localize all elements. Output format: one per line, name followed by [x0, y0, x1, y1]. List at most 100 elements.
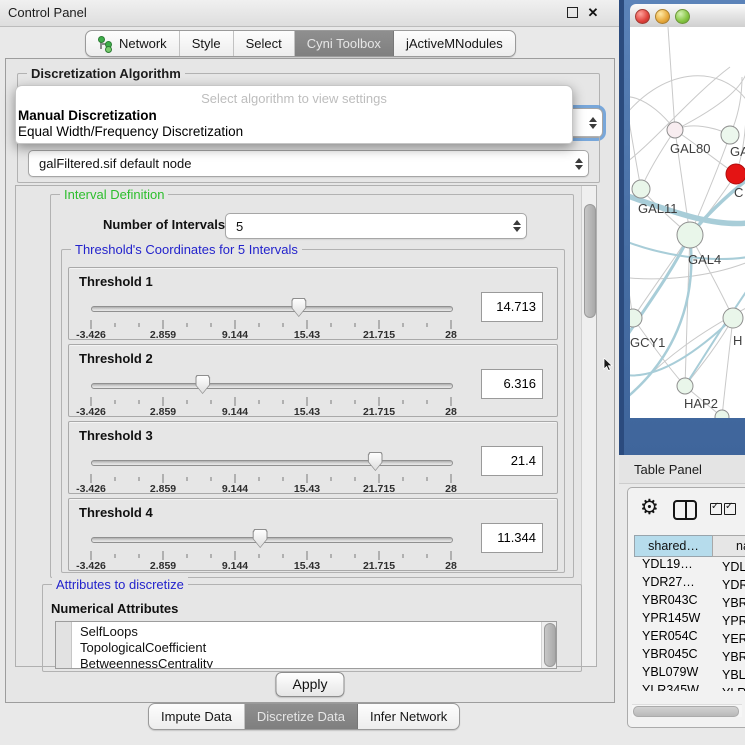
column-header-shared-name[interactable]: shared…	[634, 535, 713, 557]
attribute-item[interactable]: TopologicalCoefficient	[80, 640, 213, 656]
tab-network[interactable]: Network	[86, 31, 180, 56]
threshold-slider[interactable]: -3.4262.8599.14415.4321.71528	[91, 373, 451, 413]
table-row[interactable]: YDR27…YDR2	[634, 575, 745, 593]
threshold-slider[interactable]: -3.4262.8599.14415.4321.71528	[91, 527, 451, 567]
scrollbar-thumb[interactable]	[544, 623, 556, 667]
top-tab-bar: NetworkStyleSelectCyni ToolboxjActiveMNo…	[85, 30, 516, 57]
gal80-node[interactable]	[667, 122, 683, 138]
minimize-traffic-light[interactable]	[655, 9, 670, 24]
number-of-intervals-value: 5	[226, 219, 508, 234]
tab-infer-network[interactable]: Infer Network	[358, 704, 459, 729]
tab-style[interactable]: Style	[180, 31, 234, 56]
vertical-scrollbar[interactable]	[581, 186, 596, 666]
combo-stepper-icon	[508, 220, 526, 232]
table-data-combobox[interactable]: galFiltered.sif default node	[28, 150, 589, 177]
slider-ticks	[91, 551, 451, 560]
split-columns-icon[interactable]	[673, 500, 697, 520]
slider-tick-labels: -3.4262.8599.14415.4321.71528	[91, 483, 451, 495]
table-row[interactable]: YLR345WYLR3	[634, 683, 745, 691]
tab-select[interactable]: Select	[234, 31, 295, 56]
top-right-node[interactable]	[721, 126, 739, 144]
threshold-slider[interactable]: -3.4262.8599.14415.4321.71528	[91, 450, 451, 490]
table-row[interactable]: YBR043CYBR0	[634, 593, 745, 611]
threshold-value-field[interactable]: 21.4	[481, 446, 543, 476]
slider-tick-labels: -3.4262.8599.14415.4321.71528	[91, 560, 451, 572]
frame-edge	[619, 0, 624, 455]
tab-impute-data[interactable]: Impute Data	[149, 704, 245, 729]
column-header-name[interactable]: na	[712, 535, 745, 557]
slider-track[interactable]	[91, 306, 453, 312]
slider-thumb[interactable]	[368, 452, 383, 471]
network-icon	[98, 36, 112, 51]
control-panel-titlebar: Control Panel ✕	[0, 0, 619, 27]
slider-thumb[interactable]	[195, 375, 210, 394]
attribute-item[interactable]: BetweennessCentrality	[80, 656, 213, 669]
slider-track[interactable]	[91, 460, 453, 466]
close-traffic-light[interactable]	[635, 9, 650, 24]
tab-discretize-data[interactable]: Discretize Data	[245, 704, 358, 729]
red-node[interactable]	[726, 164, 745, 184]
table-toolbar: ⚙	[628, 488, 745, 534]
table-row[interactable]: YBR045CYBR0	[634, 647, 745, 665]
table-panel-title: Table Panel	[634, 462, 702, 477]
slider-thumb[interactable]	[291, 298, 306, 317]
threshold-label: Threshold 2	[79, 351, 153, 366]
table-row[interactable]: YER054CYER0	[634, 629, 745, 647]
gal4-node[interactable]	[677, 222, 703, 248]
slider-tick-labels: -3.4262.8599.14415.4321.71528	[91, 329, 451, 341]
table-panel-window: ⚙ shared… na YDL19…YDL1YDR27…YDR2YBR043C…	[627, 487, 745, 728]
table-rows: YDL19…YDL1YDR27…YDR2YBR043CYBR0YPR145WYP…	[634, 557, 745, 691]
zoom-traffic-light[interactable]	[675, 9, 690, 24]
h-node[interactable]	[723, 308, 743, 328]
threshold-slider[interactable]: -3.4262.8599.14415.4321.71528	[91, 296, 451, 336]
gear-icon[interactable]: ⚙	[640, 497, 659, 519]
table-row[interactable]: YDL19…YDL1	[634, 557, 745, 575]
window-title: Control Panel	[8, 5, 87, 20]
number-of-intervals-combobox[interactable]: 5	[225, 213, 527, 239]
table-row[interactable]: YPR145WYPR1	[634, 611, 745, 629]
scrollbar-thumb[interactable]	[633, 706, 739, 717]
algorithm-dropdown-popup: Select algorithm to view settings Manual…	[15, 85, 573, 144]
float-window-icon[interactable]	[565, 6, 579, 20]
algorithm-option[interactable]: Equal Width/Frequency Discretization	[18, 124, 570, 140]
combo-stepper-icon	[584, 117, 602, 129]
network-view-window: GAL80GACGAL11GAL4GCY1HHAP2	[630, 4, 745, 418]
threshold-panel: Threshold 3 -3.4262.8599.14415.4321.7152…	[68, 421, 558, 494]
threshold-panel: Threshold 1 -3.4262.8599.14415.4321.7152…	[68, 267, 558, 340]
tab-jactivemnodules[interactable]: jActiveMNodules	[394, 31, 515, 56]
gcy1-node[interactable]	[630, 309, 642, 327]
interval-definition-group: Interval Definition Number of Intervals …	[50, 194, 574, 578]
number-of-intervals-label: Number of Intervals	[103, 217, 225, 232]
numerical-attributes-list[interactable]: SelfLoopsTopologicalCoefficientBetweenne…	[55, 621, 557, 669]
threshold-value-field[interactable]: 6.316	[481, 369, 543, 399]
slider-ticks	[91, 474, 451, 483]
algorithm-option[interactable]: Manual Discretization	[18, 108, 570, 124]
popup-options: Manual DiscretizationEqual Width/Frequen…	[18, 108, 570, 140]
attribute-item[interactable]: SelfLoops	[80, 624, 213, 640]
threshold-value-field[interactable]: 11.344	[481, 523, 543, 553]
slider-track[interactable]	[91, 383, 453, 389]
apply-button[interactable]: Apply	[275, 672, 344, 697]
list-scrollbar[interactable]	[541, 622, 556, 668]
numerical-attributes-label: Numerical Attributes	[51, 601, 178, 616]
network-canvas[interactable]: GAL80GACGAL11GAL4GCY1HHAP2	[630, 27, 745, 418]
select-columns-checkbox-icon[interactable]	[710, 503, 722, 515]
node-table: shared… na YDL19…YDL1YDR27…YDR2YBR043CYB…	[634, 535, 745, 691]
slider-thumb[interactable]	[253, 529, 268, 548]
close-icon[interactable]: ✕	[586, 6, 600, 20]
bottom-node[interactable]	[715, 410, 729, 418]
hap2-node[interactable]	[677, 378, 693, 394]
threshold-value-field[interactable]: 14.713	[481, 292, 543, 322]
threshold-label: Threshold 3	[79, 428, 153, 443]
table-row[interactable]: YBL079WYBL0	[634, 665, 745, 683]
threshold-panel: Threshold 2 -3.4262.8599.14415.4321.7152…	[68, 344, 558, 417]
select-all-checkbox-icon[interactable]	[724, 503, 736, 515]
scrollbar-thumb[interactable]	[584, 204, 596, 318]
horizontal-scrollbar[interactable]	[632, 704, 742, 717]
slider-ticks	[91, 397, 451, 406]
table-panel-header: Table Panel	[619, 455, 745, 484]
gal11-node[interactable]	[632, 180, 650, 198]
thresholds-group: Threshold's Coordinates for 5 Intervals …	[61, 249, 565, 573]
slider-track[interactable]	[91, 537, 453, 543]
tab-cyni-toolbox[interactable]: Cyni Toolbox	[295, 31, 394, 56]
